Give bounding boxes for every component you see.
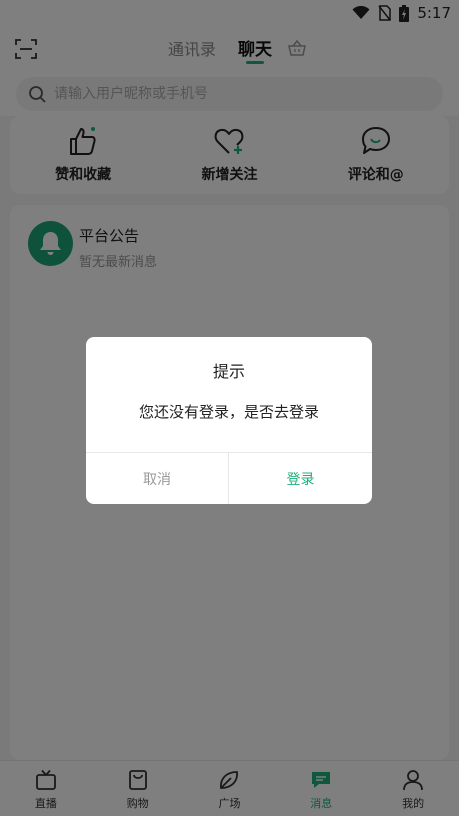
- dialog-title: 提示: [212, 362, 245, 381]
- dialog-message: 您还没有登录，是否去登录: [138, 403, 319, 421]
- login-prompt-dialog: 提示 您还没有登录，是否去登录 取消 登录: [86, 337, 372, 504]
- cancel-button[interactable]: 取消: [86, 453, 228, 504]
- login-button[interactable]: 登录: [229, 453, 372, 504]
